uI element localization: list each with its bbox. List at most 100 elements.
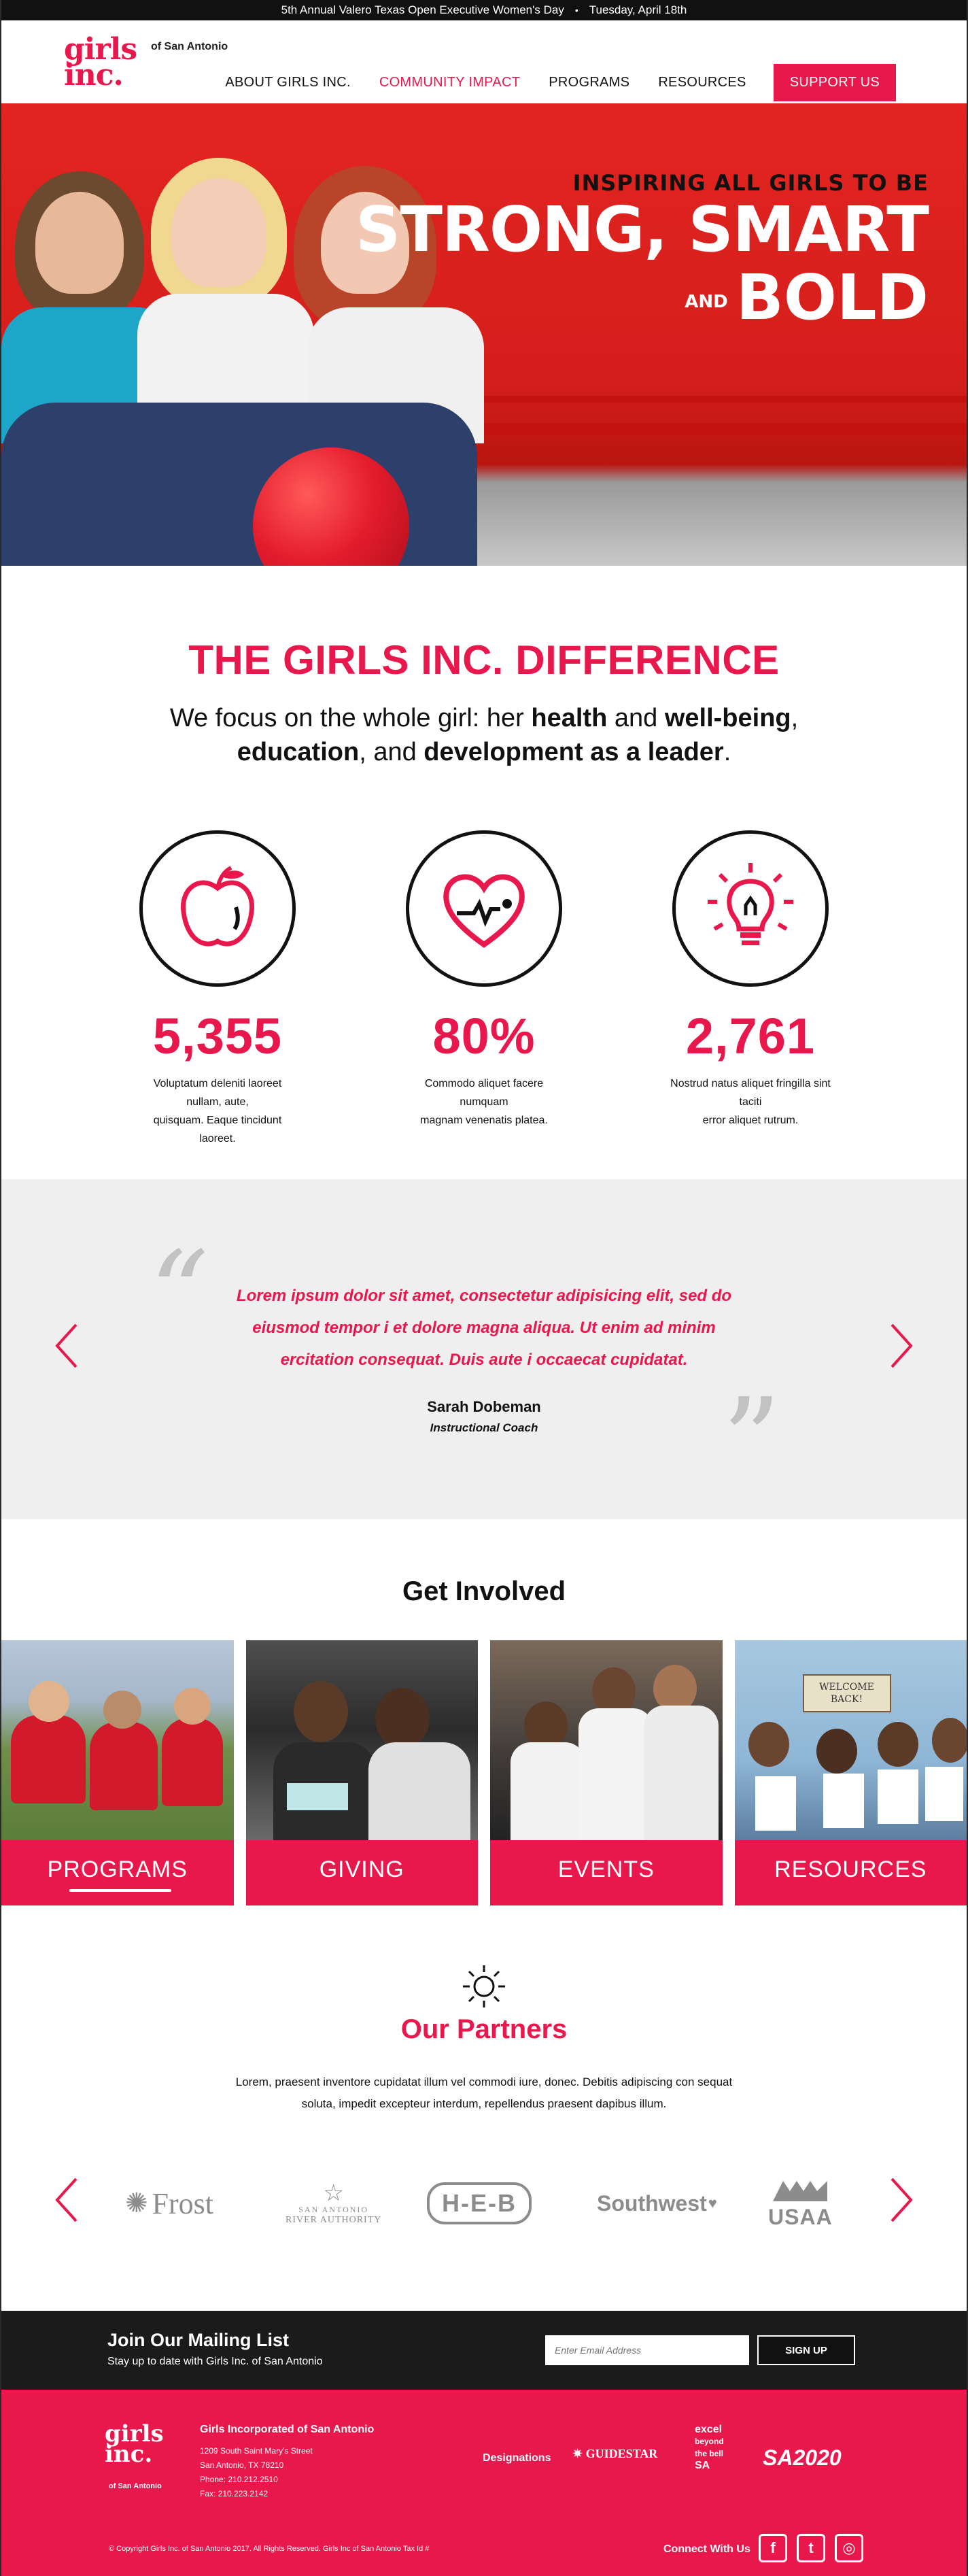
heart-icon: [406, 830, 562, 987]
photo-face: [877, 1722, 918, 1767]
excel-logo-text: excel: [695, 2424, 723, 2435]
excel-beyond-the-bell-logo[interactable]: excel beyond the bell SA: [695, 2424, 724, 2471]
card-programs-label[interactable]: PROGRAMS: [1, 1840, 234, 1905]
stat-text-line: error aliquet rutrum.: [702, 1115, 799, 1126]
nav-resources[interactable]: RESOURCES: [658, 75, 746, 90]
card-resources[interactable]: WELCOME BACK! RESOURCES: [734, 1640, 967, 1905]
lead-text: We focus on the whole girl: her: [169, 704, 532, 732]
designations-label: Designations: [483, 2452, 551, 2464]
footer-logo-subtitle: of San Antonio: [109, 2482, 162, 2490]
photo-body: [578, 1708, 653, 1840]
card-events[interactable]: EVENTS: [490, 1640, 723, 1905]
frost-logo[interactable]: ✺ Frost: [125, 2176, 213, 2231]
stat-text-line: Nostrud natus aliquet fringilla sint tac…: [670, 1078, 831, 1108]
card-label-text[interactable]: PROGRAMS: [48, 1857, 188, 1882]
footer-logo[interactable]: girls inc.: [105, 2422, 164, 2466]
photo-paper: [924, 1767, 963, 1821]
connect-label: Connect With Us: [663, 2543, 750, 2555]
partner-logos: ✺ Frost ☆ SAN ANTONIO RIVER AUTHORITY H-…: [1, 2167, 967, 2241]
photo-face: [816, 1729, 857, 1774]
hero-banner: INSPIRING ALL GIRLS TO BE STRONG, SMART …: [1, 103, 967, 566]
usaa-eagle-icon: [773, 2180, 828, 2201]
partners-text-line: soluta, impedit excepteur interdum, repe…: [301, 2097, 667, 2110]
active-underline: [69, 1889, 171, 1892]
photo-face: [103, 1691, 141, 1729]
card-giving-label[interactable]: GIVING: [245, 1840, 478, 1905]
lead-text: ,: [791, 704, 799, 732]
stat-number-2: 80%: [432, 1008, 536, 1064]
excel-logo-text: beyond: [695, 2437, 724, 2446]
get-involved-title: Get Involved: [402, 1576, 566, 1606]
card-programs[interactable]: PROGRAMS: [1, 1640, 234, 1905]
mailing-title: Join Our Mailing List: [107, 2330, 290, 2350]
testimonial-next-arrow[interactable]: [888, 1322, 915, 1370]
card-events-label[interactable]: EVENTS: [490, 1840, 723, 1905]
quote-line: eiusmod tempor i et dolore magna aliqua.…: [252, 1319, 716, 1337]
announcement-separator: •: [574, 5, 578, 16]
card-events-photo: [490, 1640, 723, 1840]
excel-logo-text: the bell: [695, 2449, 724, 2458]
card-giving[interactable]: GIVING: [245, 1640, 478, 1905]
address-line: 1209 South Saint Mary's Street: [200, 2446, 313, 2456]
stat-text-line: magnam venenatis platea.: [420, 1115, 548, 1126]
partners-next-arrow[interactable]: [888, 2176, 915, 2224]
heb-logo[interactable]: H-E-B: [427, 2176, 532, 2231]
stat-text-line: Voluptatum deleniti laoreet nullam, aute…: [153, 1078, 282, 1108]
stat-number-3: 2,761: [685, 1008, 816, 1064]
photo-shirt: [90, 1722, 158, 1810]
guidestar-logo[interactable]: ✷ GUIDESTAR: [572, 2447, 657, 2461]
hero-line-2: STRONG, SMART: [355, 193, 929, 266]
twitter-icon[interactable]: t: [797, 2534, 825, 2562]
hero-tagline: INSPIRING ALL GIRLS TO BE STRONG, SMART …: [356, 170, 929, 336]
girl-1-face: [35, 192, 124, 294]
logo[interactable]: girls inc.: [64, 35, 139, 90]
fax-text: Fax: 210.223.2142: [200, 2489, 269, 2498]
nav-about[interactable]: ABOUT GIRLS INC.: [225, 75, 350, 90]
sign-up-button[interactable]: SIGN UP: [757, 2335, 855, 2365]
southwest-logo[interactable]: Southwest ♥: [597, 2176, 717, 2231]
site-header: girls inc. of San Antonio ABOUT GIRLS IN…: [1, 20, 967, 103]
sara-logo[interactable]: ☆ SAN ANTONIO RIVER AUTHORITY: [286, 2176, 381, 2231]
heb-logo-text: H-E-B: [427, 2182, 532, 2224]
photo-face: [174, 1688, 211, 1725]
hero-and: AND: [685, 291, 728, 312]
announcement-event[interactable]: 5th Annual Valero Texas Open Executive W…: [281, 3, 564, 17]
difference-lead: We focus on the whole girl: her health a…: [1, 701, 967, 769]
copyright-text: © Copyright Girls Inc. of San Antonio 20…: [109, 2545, 430, 2553]
logo-subtitle: of San Antonio: [151, 41, 228, 52]
stat-2: 80% Commodo aliquet facere numquam magnam…: [401, 830, 567, 1148]
support-us-button[interactable]: SUPPORT US: [773, 64, 896, 101]
lead-health: health: [531, 704, 608, 732]
stat-text-2: Commodo aliquet facere numquam magnam ven…: [401, 1074, 567, 1130]
email-input[interactable]: [545, 2335, 749, 2365]
mailing-list-bar: Join Our Mailing List Stay up to date wi…: [1, 2311, 967, 2390]
site-footer: girls inc. of San Antonio Girls Incorpor…: [1, 2390, 967, 2576]
sign-line: WELCOME: [819, 1682, 874, 1693]
usaa-logo[interactable]: USAA: [768, 2176, 833, 2231]
instagram-icon[interactable]: ◎: [835, 2534, 863, 2562]
hero-line-1: INSPIRING ALL GIRLS TO BE: [572, 170, 929, 196]
address-line: San Antonio, TX 78210: [200, 2460, 284, 2470]
nav-programs[interactable]: PROGRAMS: [549, 75, 629, 90]
apple-icon: [139, 830, 296, 987]
photo-face: [293, 1681, 348, 1742]
lead-text: and: [607, 704, 665, 732]
photo-face: [931, 1718, 967, 1763]
nav-community-impact[interactable]: COMMUNITY IMPACT: [379, 75, 520, 90]
facebook-icon[interactable]: f: [759, 2534, 787, 2562]
lead-education: education: [237, 738, 360, 766]
stat-text-line: Commodo aliquet facere numquam: [424, 1078, 544, 1108]
testimonial-quote: Lorem ipsum dolor sit amet, consectetur …: [205, 1280, 763, 1376]
partners-prev-arrow[interactable]: [53, 2176, 80, 2224]
sa2020-logo[interactable]: SA2020: [763, 2445, 842, 2471]
announcement-date[interactable]: Tuesday, April 18th: [589, 3, 687, 17]
social-links: f t ◎: [759, 2534, 863, 2562]
sun-icon: [1, 1963, 967, 2014]
card-resources-photo: WELCOME BACK!: [734, 1640, 967, 1840]
difference-section: THE GIRLS INC. DIFFERENCE We focus on th…: [1, 566, 967, 1148]
card-resources-label[interactable]: RESOURCES: [734, 1840, 967, 1905]
announcement-bar[interactable]: 5th Annual Valero Texas Open Executive W…: [1, 0, 967, 20]
stat-3: 2,761 Nostrud natus aliquet fringilla si…: [668, 830, 833, 1148]
lead-text: .: [723, 738, 731, 766]
testimonial-prev-arrow[interactable]: [53, 1322, 80, 1370]
